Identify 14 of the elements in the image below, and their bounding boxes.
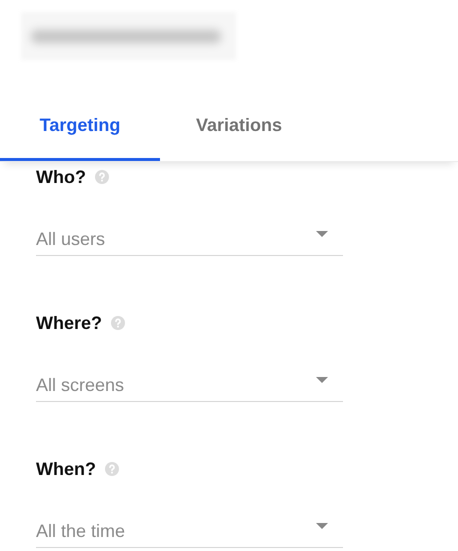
question-label: When? (36, 458, 96, 480)
question-label: Who? (36, 166, 86, 188)
caret-icon (316, 230, 328, 236)
caret-icon (316, 522, 328, 528)
tab[interactable]: Targeting (0, 100, 160, 161)
help-icon (94, 170, 109, 184)
help-icon (111, 316, 126, 330)
question-label: Where? (36, 312, 102, 334)
dropdown[interactable]: All screens (36, 370, 343, 402)
tab[interactable]: Variations (160, 100, 318, 161)
dropdown[interactable]: All users (36, 224, 343, 256)
caret-icon (316, 376, 328, 382)
dropdown[interactable]: All the time (36, 516, 343, 548)
help-icon (105, 462, 119, 476)
